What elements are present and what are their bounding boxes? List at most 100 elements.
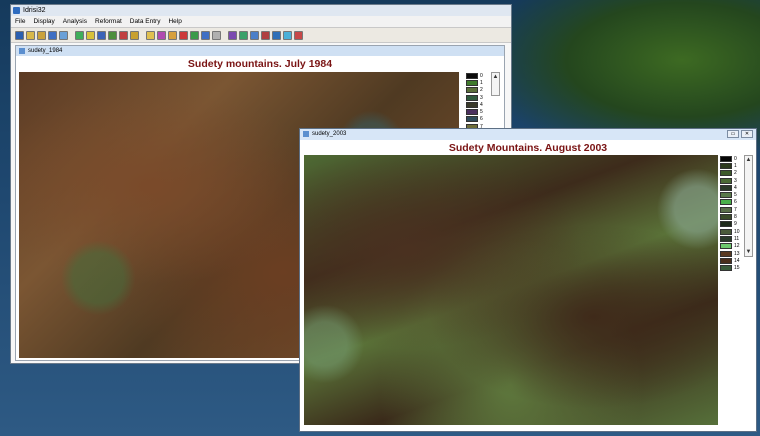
toolbar-button-icon[interactable] — [283, 30, 292, 40]
legend-entry: 1 — [466, 79, 483, 86]
legend-label: 9 — [734, 221, 737, 228]
toolbar-button-icon[interactable] — [294, 30, 303, 40]
close-button[interactable]: ✕ — [741, 130, 753, 138]
toolbar-button-icon[interactable] — [15, 30, 24, 40]
legend-swatch — [720, 192, 732, 199]
image-window-1984-titlebar[interactable]: sudety_1984 — [16, 46, 504, 56]
toolbar-button-icon[interactable] — [250, 30, 259, 40]
toolbar-button-icon[interactable] — [212, 30, 221, 40]
legend-swatch — [466, 87, 478, 94]
window-controls: ▭ ✕ — [727, 130, 753, 138]
toolbar-button-icon[interactable] — [37, 30, 46, 40]
menu-bar: File Display Analysis Reformat Data Entr… — [11, 16, 511, 27]
legend-1984-scrollbar[interactable]: ▲ — [491, 72, 500, 96]
legend-entry: 1 — [720, 162, 740, 169]
legend-label: 10 — [734, 228, 740, 235]
toolbar-button-icon[interactable] — [26, 30, 35, 40]
image-window-2003[interactable]: sudety_2003 ▭ ✕ Sudety Mountains. August… — [299, 128, 757, 432]
image-window-2003-titlebar[interactable]: sudety_2003 ▭ ✕ — [300, 129, 756, 140]
legend-entry: 10 — [720, 228, 740, 235]
legend-label: 3 — [480, 94, 483, 101]
legend-swatch — [720, 243, 732, 250]
legend-entry: 6 — [466, 116, 483, 123]
map-1984-heading: Sudety mountains. July 1984 — [187, 58, 333, 70]
legend-swatch — [720, 250, 732, 257]
legend-entry: 2 — [720, 170, 740, 177]
legend-swatch — [720, 199, 732, 206]
menu-reformat[interactable]: Reformat — [95, 16, 122, 27]
legend-entry: 6 — [720, 199, 740, 206]
legend-swatch — [720, 155, 732, 162]
legend-entry: 15 — [720, 264, 740, 272]
app-icon — [13, 7, 20, 14]
toolbar-button-icon[interactable] — [130, 30, 139, 40]
legend-label: 8 — [734, 214, 737, 221]
legend-entry: 0 — [466, 72, 483, 79]
map-2003-heading: Sudety Mountains. August 2003 — [448, 142, 608, 154]
toolbar-button-icon[interactable] — [97, 30, 106, 40]
toolbar-button-icon[interactable] — [201, 30, 210, 40]
menu-data-entry[interactable]: Data Entry — [130, 16, 161, 27]
legend-swatch — [720, 162, 732, 169]
legend-swatch — [466, 101, 478, 108]
legend-entry: 5 — [720, 191, 740, 199]
toolbar-button-icon[interactable] — [261, 30, 270, 40]
legend-label: 3 — [734, 177, 737, 184]
toolbar-button-icon[interactable] — [228, 30, 237, 40]
legend-label: 4 — [480, 101, 483, 108]
legend-label: 2 — [734, 170, 737, 177]
legend-label: 2 — [480, 87, 483, 94]
toolbar-button-icon[interactable] — [119, 30, 128, 40]
toolbar-button-icon[interactable] — [75, 30, 84, 40]
toolbar-button-icon[interactable] — [108, 30, 117, 40]
legend-swatch — [720, 221, 732, 228]
legend-label: 11 — [734, 235, 740, 242]
legend-entry: 0 — [720, 155, 740, 162]
legend-swatch — [720, 177, 732, 184]
legend-swatch — [720, 228, 732, 235]
menu-analysis[interactable]: Analysis — [63, 16, 87, 27]
legend-entry: 4 — [720, 184, 740, 191]
scroll-up-arrow-icon[interactable]: ▲ — [492, 73, 499, 81]
legend-label: 4 — [734, 184, 737, 191]
legend-label: 1 — [480, 79, 483, 86]
menu-file[interactable]: File — [15, 16, 25, 27]
legend-entry: 9 — [720, 221, 740, 228]
scroll-down-arrow-icon[interactable]: ▼ — [745, 248, 752, 256]
legend-entry: 2 — [466, 87, 483, 94]
legend-2003-scrollbar[interactable]: ▲ ▼ — [744, 155, 753, 257]
legend-swatch — [466, 79, 478, 86]
legend-swatch — [720, 214, 732, 221]
toolbar-button-icon[interactable] — [86, 30, 95, 40]
toolbar-button-icon[interactable] — [272, 30, 281, 40]
legend-swatch — [466, 109, 478, 116]
toolbar-button-icon[interactable] — [59, 30, 68, 40]
toolbar-button-icon[interactable] — [168, 30, 177, 40]
legend-swatch — [720, 170, 732, 177]
satellite-image-2003[interactable] — [304, 155, 718, 425]
legend-swatch — [720, 235, 732, 242]
legend-label: 6 — [480, 116, 483, 123]
toolbar-button-icon[interactable] — [157, 30, 166, 40]
toolbar-button-icon[interactable] — [190, 30, 199, 40]
menu-display[interactable]: Display — [33, 16, 54, 27]
menu-help[interactable]: Help — [168, 16, 181, 27]
legend-swatch — [466, 94, 478, 101]
toolbar — [11, 27, 511, 43]
legend-swatch — [720, 265, 732, 272]
app-titlebar[interactable]: Idrisi32 — [11, 5, 511, 16]
legend-swatch — [720, 206, 732, 213]
legend-entry: 5 — [466, 108, 483, 116]
toolbar-button-icon[interactable] — [179, 30, 188, 40]
scroll-up-arrow-icon[interactable]: ▲ — [745, 156, 752, 164]
toolbar-button-icon[interactable] — [48, 30, 57, 40]
legend-label: 0 — [734, 155, 737, 162]
toolbar-button-icon[interactable] — [146, 30, 155, 40]
legend-label: 15 — [734, 265, 740, 272]
legend-swatch — [466, 72, 478, 79]
image-window-1984-title: sudety_1984 — [28, 48, 63, 54]
legend-entry: 8 — [720, 213, 740, 221]
legend-2003: 0 1 2 3 4 5 6 7 8 9 10 11 12 13 14 15 — [720, 155, 740, 272]
minimize-button[interactable]: ▭ — [727, 130, 739, 138]
toolbar-button-icon[interactable] — [239, 30, 248, 40]
